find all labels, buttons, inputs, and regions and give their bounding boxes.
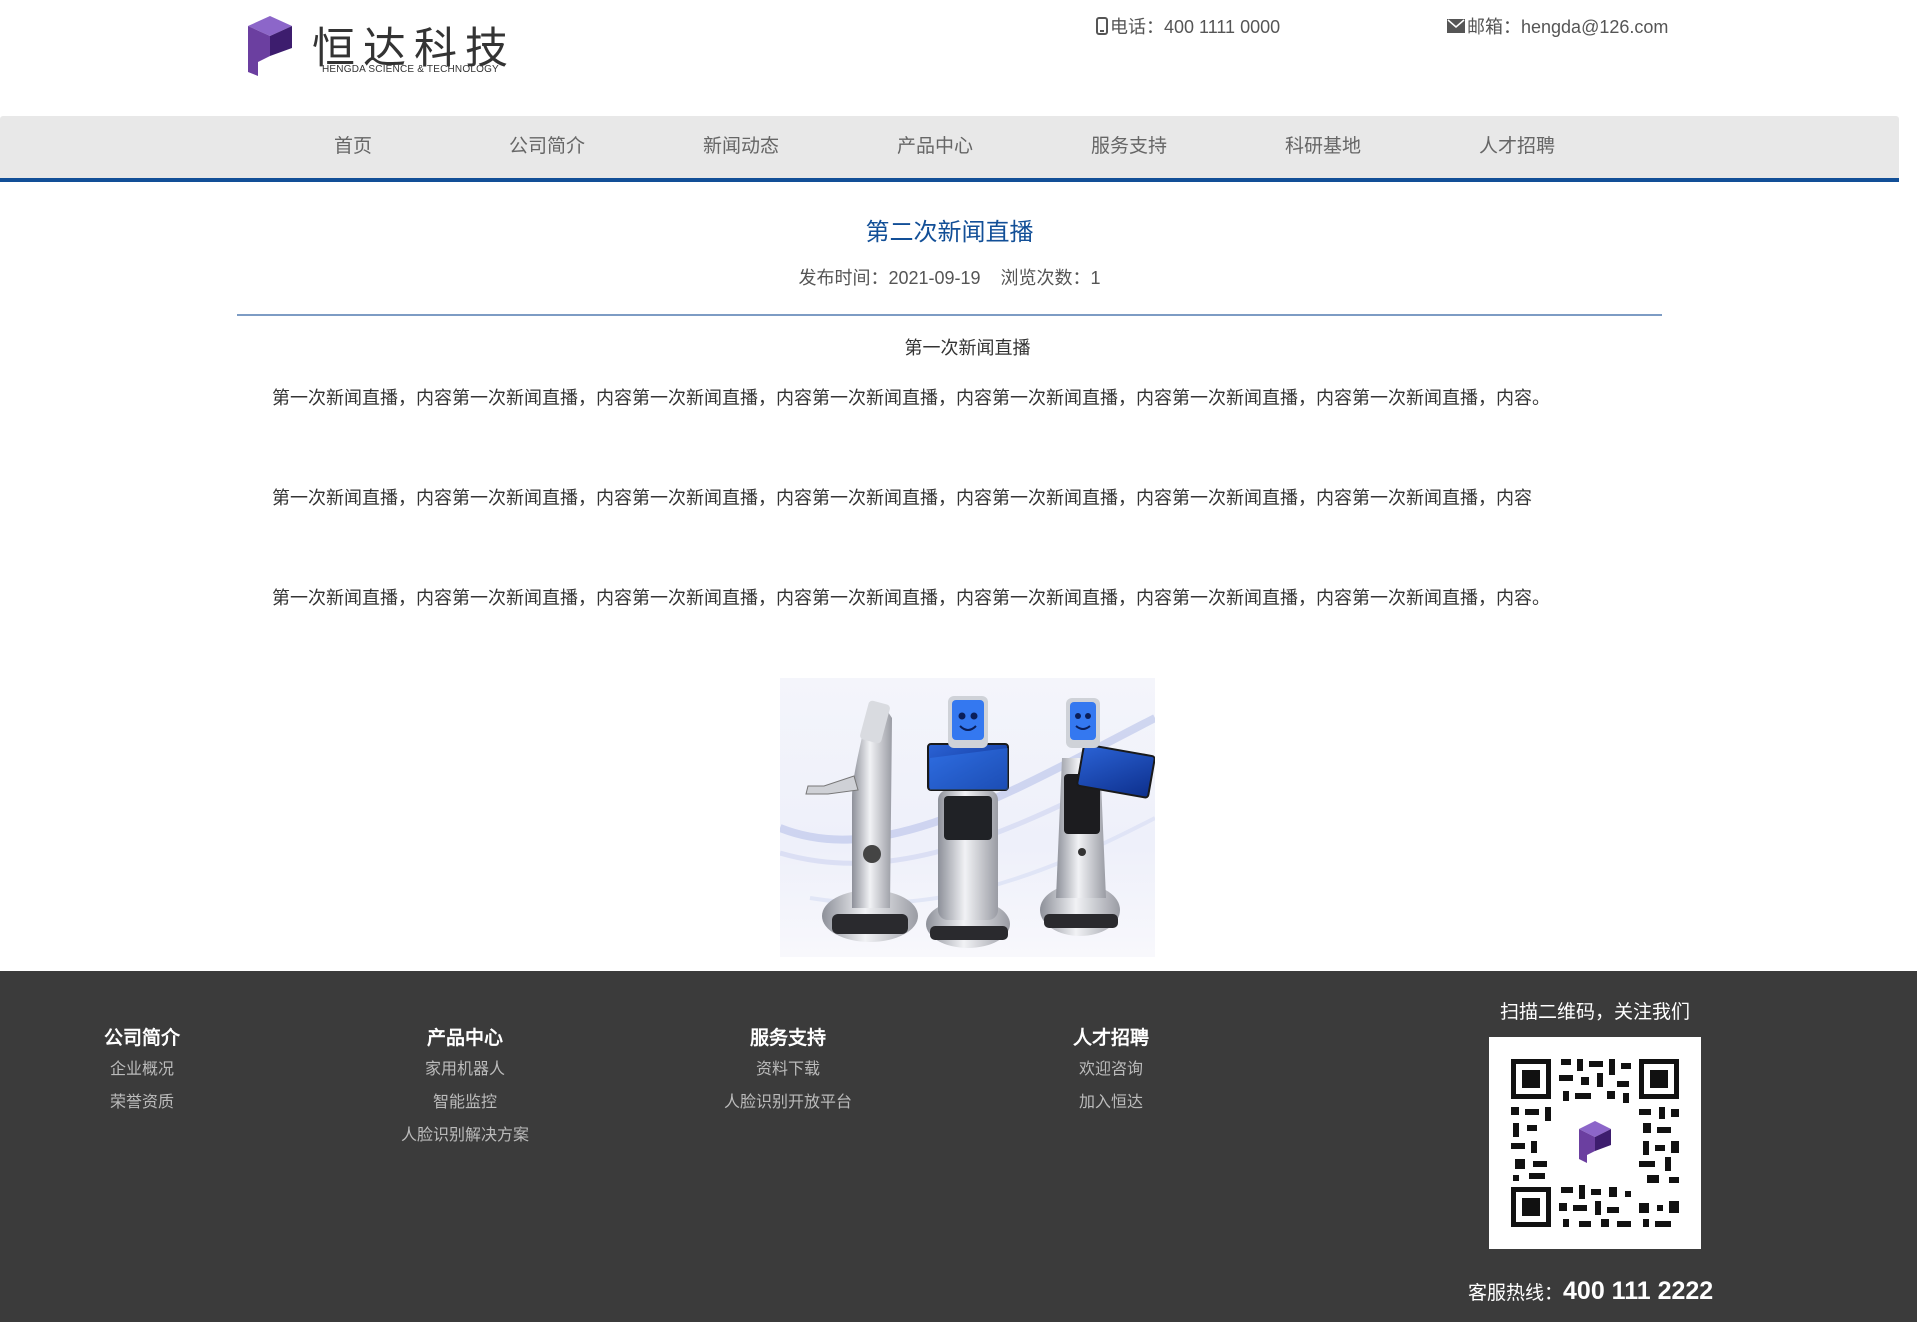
article-paragraph: 第一次新闻直播，内容第一次新闻直播，内容第一次新闻直播，内容第一次新闻直播，内容…	[272, 388, 1550, 408]
header-email: 邮箱：hengda@126.com	[1447, 13, 1668, 39]
footer-column-about: 公司简介 企业概况 荣誉资质	[22, 1025, 262, 1119]
footer-column-careers: 人才招聘 欢迎咨询 加入恒达	[991, 1025, 1231, 1119]
footer-column-support: 服务支持 资料下载 人脸识别开放平台	[668, 1025, 908, 1119]
phone-icon	[1096, 17, 1108, 35]
site-logo[interactable]: 恒达科技 HENGDA SCIENCE & TECHNOLOGY	[246, 12, 508, 80]
nav-item-careers[interactable]: 人才招聘	[1420, 116, 1614, 178]
logo-mark-icon	[248, 16, 292, 76]
phone-text: 电话：400 1111 0000	[1110, 17, 1281, 37]
footer-column-products: 产品中心 家用机器人 智能监控 人脸识别解决方案	[345, 1025, 585, 1152]
footer-heading[interactable]: 服务支持	[668, 1025, 908, 1053]
footer-heading[interactable]: 产品中心	[345, 1025, 585, 1053]
footer-link[interactable]: 企业概况	[22, 1053, 262, 1086]
site-footer: 公司简介 企业概况 荣誉资质 产品中心 家用机器人 智能监控 人脸识别解决方案 …	[0, 971, 1917, 1322]
article-subheading: 第一次新闻直播	[904, 338, 1031, 358]
qr-code	[1489, 1037, 1701, 1249]
main-nav: 首页 公司简介 新闻动态 产品中心 服务支持 科研基地 人才招聘	[0, 116, 1899, 182]
header-phone: 电话：400 1111 0000	[1096, 13, 1280, 39]
email-text: 邮箱：hengda@126.com	[1467, 17, 1669, 37]
hotline-label: 客服热线：	[1468, 1283, 1564, 1304]
footer-link[interactable]: 资料下载	[668, 1053, 908, 1086]
footer-link[interactable]: 加入恒达	[991, 1086, 1231, 1119]
qr-caption: 扫描二维码，关注我们	[1499, 1002, 1690, 1023]
article-title: 第二次新闻直播	[865, 219, 1034, 246]
footer-link[interactable]: 欢迎咨询	[991, 1053, 1231, 1086]
logo-text-en: HENGDA SCIENCE & TECHNOLOGY	[322, 64, 499, 75]
article-paragraph: 第一次新闻直播，内容第一次新闻直播，内容第一次新闻直播，内容第一次新闻直播，内容…	[272, 588, 1550, 608]
footer-link[interactable]: 人脸识别解决方案	[345, 1119, 585, 1152]
footer-heading[interactable]: 人才招聘	[991, 1025, 1231, 1053]
footer-heading[interactable]: 公司简介	[22, 1025, 262, 1053]
hotline-number: 400 111 2222	[1563, 1277, 1714, 1305]
article-paragraph: 第一次新闻直播，内容第一次新闻直播，内容第一次新闻直播，内容第一次新闻直播，内容…	[272, 488, 1532, 508]
article-meta: 发布时间：2021-09-19 浏览次数：1	[798, 268, 1101, 288]
nav-item-products[interactable]: 产品中心	[838, 116, 1032, 178]
nav-item-support[interactable]: 服务支持	[1032, 116, 1226, 178]
article-image-robots	[780, 678, 1155, 957]
customer-hotline: 客服热线：400 111 2222	[1468, 1277, 1713, 1306]
nav-item-home[interactable]: 首页	[256, 116, 450, 178]
title-divider	[237, 314, 1662, 316]
footer-link[interactable]: 家用机器人	[345, 1053, 585, 1086]
footer-link[interactable]: 荣誉资质	[22, 1086, 262, 1119]
nav-item-about[interactable]: 公司简介	[450, 116, 644, 178]
footer-link[interactable]: 人脸识别开放平台	[668, 1086, 908, 1119]
footer-link[interactable]: 智能监控	[345, 1086, 585, 1119]
nav-item-research[interactable]: 科研基地	[1226, 116, 1420, 178]
mail-icon	[1447, 19, 1465, 33]
nav-item-news[interactable]: 新闻动态	[644, 116, 838, 178]
